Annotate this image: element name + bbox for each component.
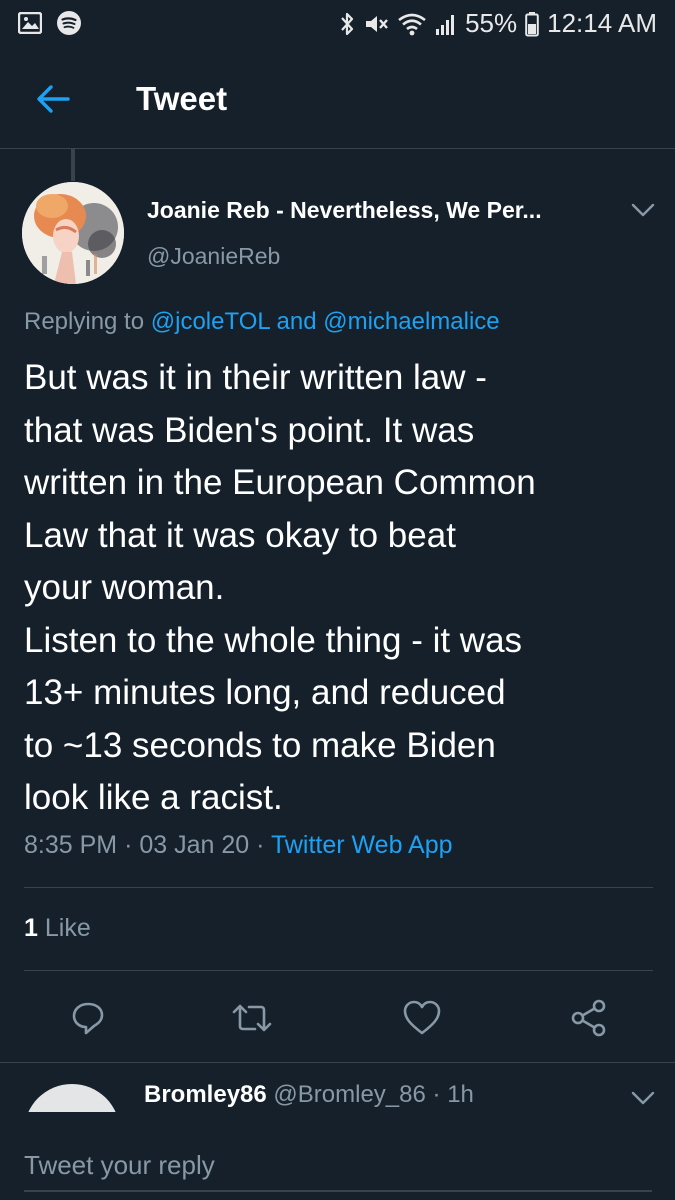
status-bar-notifications [18,10,82,36]
reply-button[interactable] [66,996,110,1040]
page-title: Tweet [136,80,228,117]
like-count-number: 1 [24,914,38,942]
tweet-meta: 8:35 PM · 03 Jan 20 · Twitter Web App [24,831,453,860]
retweet-button[interactable] [230,996,274,1040]
battery-percent: 55% [465,8,518,38]
tweet-text: But was it in their written law - that w… [24,358,536,817]
reply-author-handle: @Bromley_86 [273,1081,426,1108]
share-button[interactable] [567,996,611,1040]
back-arrow-icon[interactable] [34,82,74,116]
spotify-icon [57,11,81,35]
thread-connector [71,149,75,181]
meta-separator: · [124,831,133,859]
meta-separator: · [256,831,265,859]
meta-separator: · [432,1081,441,1108]
reply-icon[interactable] [69,999,107,1037]
avatar[interactable] [22,182,124,284]
replying-to-joiner: and [276,308,317,335]
signal-icon [436,14,455,35]
tweet-date: 03 Jan 20 [139,831,250,859]
divider [24,887,653,888]
status-bar: 55% 12:14 AM [0,0,675,50]
replying-to-prefix: Replying to [24,308,145,335]
retweet-icon[interactable] [231,999,273,1037]
back-button[interactable] [34,82,74,116]
author-handle[interactable]: @JoanieReb [147,243,280,270]
share-icon[interactable] [569,998,609,1038]
tweet-time: 8:35 PM [24,831,118,859]
status-bar-system: 55% 12:14 AM [339,8,657,39]
battery-icon [525,11,539,36]
wifi-icon [398,13,426,35]
mention-michaelmalice[interactable]: @michaelmalice [323,308,499,335]
chevron-down-icon[interactable] [630,1090,656,1106]
clock: 12:14 AM [547,8,657,38]
likes-count[interactable]: 1 Like [24,914,91,943]
gallery-icon [18,12,42,34]
divider [0,1062,675,1063]
app-bar: Tweet [0,50,675,149]
reply-author-name: Bromley86 [144,1081,267,1108]
like-icon[interactable] [402,999,442,1037]
bluetooth-icon [341,12,354,35]
mention-jcoletol[interactable]: @jcoleTOL [151,308,270,335]
chevron-down-icon[interactable] [630,202,656,218]
reply-composer [0,1112,675,1200]
divider [24,970,653,971]
portrait-image[interactable] [22,182,124,284]
like-button[interactable] [400,996,444,1040]
replying-to: Replying to @jcoleTOL and @michaelmalice [24,308,500,336]
author-name[interactable]: Joanie Reb - Nevertheless, We Per... [147,197,542,224]
reply-input[interactable] [24,1140,652,1192]
reply-age: 1h [447,1081,474,1108]
reply-author[interactable]: Bromley86 @Bromley_86 · 1h [144,1081,474,1109]
mute-icon [366,15,388,32]
like-count-label: Like [44,914,91,942]
tweet-source[interactable]: Twitter Web App [271,831,453,859]
